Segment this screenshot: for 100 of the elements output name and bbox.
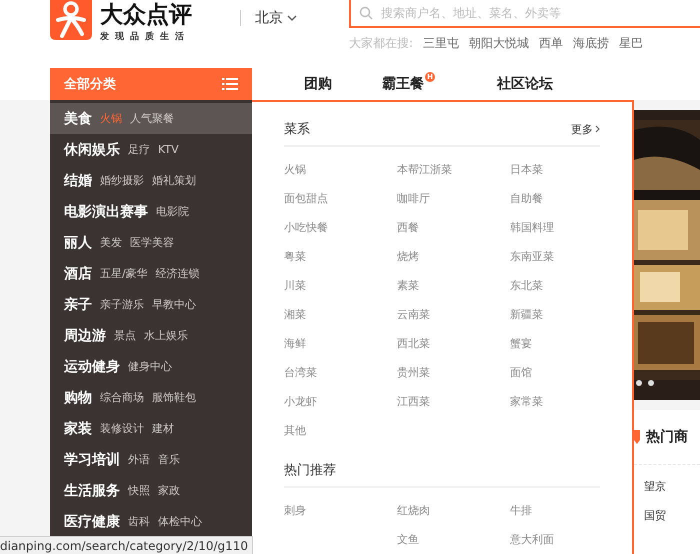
category-label[interactable]: 美食 (64, 110, 92, 128)
subcategory-link[interactable]: 早教中心 (152, 297, 196, 312)
area-link[interactable]: 国贸 (644, 508, 700, 523)
subcategory-link[interactable]: 齿科 (128, 514, 150, 529)
more-link[interactable]: 更多 (571, 122, 600, 136)
category-row[interactable]: 家装 装修设计 建材 (50, 413, 252, 444)
category-row[interactable]: 学习培训 外语 音乐 (50, 444, 252, 475)
category-label[interactable]: 学习培训 (64, 450, 120, 468)
cuisine-link[interactable]: 素菜 (397, 278, 510, 293)
subcategory-link[interactable]: 医学美容 (130, 235, 174, 250)
category-row[interactable]: 美食 火锅 人气聚餐 (50, 103, 252, 134)
hot-search-link[interactable]: 海底捞 (573, 35, 610, 52)
category-label[interactable]: 酒店 (64, 264, 92, 282)
hot-search-link[interactable]: 三里屯 (423, 35, 460, 52)
subcategory-link[interactable]: 五星/豪华 (100, 266, 148, 281)
category-label[interactable]: 家装 (64, 420, 92, 438)
subcategory-link[interactable]: 人气聚餐 (130, 111, 174, 126)
category-label[interactable]: 运动健身 (64, 358, 120, 376)
cuisine-link[interactable]: 贵州菜 (397, 365, 510, 380)
subcategory-link[interactable]: 快照 (128, 483, 150, 498)
cuisine-link[interactable]: 家常菜 (510, 394, 600, 409)
cuisine-link[interactable]: 小吃快餐 (284, 220, 397, 235)
city-selector[interactable]: 北京 (255, 0, 349, 36)
category-label[interactable]: 结婚 (64, 172, 92, 190)
cuisine-link[interactable]: 本帮江浙菜 (397, 162, 510, 177)
cuisine-link[interactable]: 海鲜 (284, 336, 397, 351)
cuisine-link[interactable]: 江西菜 (397, 394, 510, 409)
cuisine-link[interactable]: 红烧肉 (397, 503, 510, 518)
cuisine-link[interactable]: 东北菜 (510, 278, 600, 293)
category-label[interactable]: 购物 (64, 388, 92, 406)
subcategory-link[interactable]: 经济连锁 (156, 266, 200, 281)
search-box[interactable]: 搜索商户名、地址、菜名、外卖等 (349, 0, 700, 28)
category-row[interactable]: 酒店 五星/豪华 经济连锁 (50, 258, 252, 289)
cuisine-link[interactable]: 小龙虾 (284, 394, 397, 409)
cuisine-link[interactable]: 面包甜点 (284, 191, 397, 206)
cuisine-link[interactable]: 湘菜 (284, 307, 397, 322)
hot-search-link[interactable]: 西单 (539, 35, 564, 52)
nav-link[interactable]: 团购 (304, 75, 332, 93)
cuisine-link[interactable]: 文鱼 (397, 532, 510, 547)
cuisine-link[interactable]: 面馆 (510, 365, 600, 380)
category-row[interactable]: 运动健身 健身中心 (50, 351, 252, 382)
subcategory-link[interactable]: 音乐 (158, 452, 180, 467)
cuisine-link[interactable]: 意大利面 (510, 532, 600, 547)
subcategory-link[interactable]: 建材 (152, 421, 174, 436)
cuisine-link[interactable]: 西北菜 (397, 336, 510, 351)
area-link[interactable]: 望京 (644, 479, 700, 494)
cuisine-link[interactable]: 日本菜 (510, 162, 600, 177)
cuisine-link[interactable]: 东南亚菜 (510, 249, 600, 264)
category-label[interactable]: 休闲娱乐 (64, 140, 120, 158)
category-row[interactable]: 休闲娱乐 足疗 KTV (50, 134, 252, 165)
subcategory-link[interactable]: 家政 (158, 483, 180, 498)
cuisine-link[interactable]: 咖啡厅 (397, 191, 510, 206)
cuisine-link[interactable]: 其他 (284, 423, 397, 438)
category-label[interactable]: 生活服务 (64, 482, 120, 500)
cuisine-link[interactable]: 蟹宴 (510, 336, 600, 351)
subcategory-link[interactable]: 健身中心 (128, 359, 172, 374)
subcategory-link[interactable]: 景点 (114, 328, 136, 343)
subcategory-link[interactable]: 装修设计 (100, 421, 144, 436)
category-row[interactable]: 亲子 亲子游乐 早教中心 (50, 289, 252, 320)
subcategory-link[interactable]: 婚礼策划 (152, 173, 196, 188)
subcategory-link[interactable]: 美发 (100, 235, 122, 250)
status-bar-url: dianping.com/search/category/2/10/g110 (0, 536, 254, 554)
subcategory-link[interactable]: 水上娱乐 (144, 328, 188, 343)
subcategory-link[interactable]: 亲子游乐 (100, 297, 144, 312)
subcategory-link[interactable]: 服饰鞋包 (152, 390, 196, 405)
subcategory-link[interactable]: 电影院 (156, 204, 189, 219)
cuisine-link[interactable]: 刺身 (284, 503, 397, 518)
category-row[interactable]: 周边游 景点 水上娱乐 (50, 320, 252, 351)
cuisine-link[interactable]: 粤菜 (284, 249, 397, 264)
category-row[interactable]: 电影演出赛事 电影院 (50, 196, 252, 227)
hot-search-link[interactable]: 星巴 (619, 35, 644, 52)
cuisine-link[interactable]: 自助餐 (510, 191, 600, 206)
subcategory-link[interactable]: 婚纱摄影 (100, 173, 144, 188)
cuisine-link[interactable]: 云南菜 (397, 307, 510, 322)
cuisine-link[interactable]: 新疆菜 (510, 307, 600, 322)
cuisine-link[interactable]: 火锅 (284, 162, 397, 177)
cuisine-link[interactable]: 川菜 (284, 278, 397, 293)
cuisine-link[interactable]: 西餐 (397, 220, 510, 235)
subcategory-link[interactable]: 体检中心 (158, 514, 202, 529)
subcategory-link[interactable]: KTV (158, 143, 179, 156)
cuisine-link[interactable]: 烧烤 (397, 249, 510, 264)
category-label[interactable]: 丽人 (64, 234, 92, 252)
cuisine-link[interactable]: 牛排 (510, 503, 600, 518)
category-row[interactable]: 医疗健康 齿科 体检中心 (50, 506, 252, 537)
category-row[interactable]: 丽人 美发 医学美容 (50, 227, 252, 258)
category-label[interactable]: 医疗健康 (64, 512, 120, 530)
category-label[interactable]: 周边游 (64, 326, 106, 344)
cuisine-link[interactable]: 台湾菜 (284, 365, 397, 380)
subcategory-link[interactable]: 外语 (128, 452, 150, 467)
hot-search-link[interactable]: 朝阳大悦城 (469, 35, 530, 52)
search-field[interactable]: 搜索商户名、地址、菜名、外卖等 (379, 5, 700, 21)
category-row[interactable]: 购物 综合商场 服饰鞋包 (50, 382, 252, 413)
category-row[interactable]: 生活服务 快照 家政 (50, 475, 252, 506)
category-label[interactable]: 电影演出赛事 (64, 202, 148, 220)
category-label[interactable]: 亲子 (64, 296, 92, 314)
subcategory-link[interactable]: 足疗 (128, 142, 150, 157)
category-row[interactable]: 结婚 婚纱摄影 婚礼策划 (50, 165, 252, 196)
nav-link[interactable]: 社区论坛 (497, 75, 553, 93)
cuisine-link[interactable]: 韩国料理 (510, 220, 600, 235)
subcategory-link[interactable]: 综合商场 (100, 390, 144, 405)
